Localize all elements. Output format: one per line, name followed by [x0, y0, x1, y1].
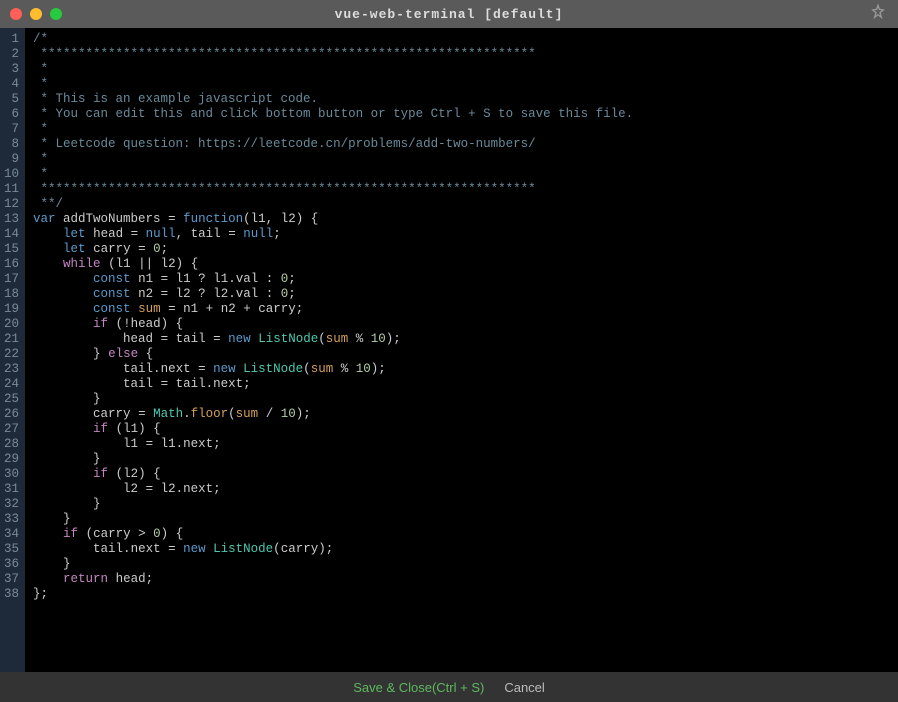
- code-line[interactable]: *: [33, 152, 890, 167]
- code-line[interactable]: }: [33, 497, 890, 512]
- traffic-lights: [10, 8, 62, 20]
- code-line[interactable]: /*: [33, 32, 890, 47]
- maximize-button[interactable]: [50, 8, 62, 20]
- line-number: 10: [4, 167, 19, 182]
- minimize-button[interactable]: [30, 8, 42, 20]
- line-number: 11: [4, 182, 19, 197]
- code-line[interactable]: tail = tail.next;: [33, 377, 890, 392]
- line-number: 22: [4, 347, 19, 362]
- code-line[interactable]: }: [33, 392, 890, 407]
- footer-bar: Save & Close(Ctrl + S) Cancel: [0, 672, 898, 702]
- code-line[interactable]: * Leetcode question: https://leetcode.cn…: [33, 137, 890, 152]
- line-number: 19: [4, 302, 19, 317]
- code-line[interactable]: }: [33, 512, 890, 527]
- line-number: 30: [4, 467, 19, 482]
- line-number: 34: [4, 527, 19, 542]
- line-number: 25: [4, 392, 19, 407]
- cancel-button[interactable]: Cancel: [504, 680, 544, 695]
- line-number: 20: [4, 317, 19, 332]
- line-number: 14: [4, 227, 19, 242]
- code-line[interactable]: if (!head) {: [33, 317, 890, 332]
- pin-icon[interactable]: [870, 4, 886, 25]
- code-line[interactable]: *: [33, 122, 890, 137]
- line-number: 2: [4, 47, 19, 62]
- code-line[interactable]: *: [33, 62, 890, 77]
- code-area[interactable]: /* *************************************…: [25, 28, 898, 672]
- code-line[interactable]: l1 = l1.next;: [33, 437, 890, 452]
- code-line[interactable]: **/: [33, 197, 890, 212]
- line-number: 6: [4, 107, 19, 122]
- code-editor[interactable]: 1234567891011121314151617181920212223242…: [0, 28, 898, 672]
- line-number: 7: [4, 122, 19, 137]
- line-number: 15: [4, 242, 19, 257]
- line-gutter: 1234567891011121314151617181920212223242…: [0, 28, 25, 672]
- line-number: 8: [4, 137, 19, 152]
- line-number: 27: [4, 422, 19, 437]
- code-line[interactable]: };: [33, 587, 890, 602]
- save-close-button[interactable]: Save & Close(Ctrl + S): [353, 680, 484, 695]
- code-line[interactable]: const sum = n1 + n2 + carry;: [33, 302, 890, 317]
- code-line[interactable]: while (l1 || l2) {: [33, 257, 890, 272]
- code-line[interactable]: l2 = l2.next;: [33, 482, 890, 497]
- line-number: 26: [4, 407, 19, 422]
- code-line[interactable]: if (l1) {: [33, 422, 890, 437]
- code-line[interactable]: *: [33, 167, 890, 182]
- code-line[interactable]: ****************************************…: [33, 47, 890, 62]
- code-line[interactable]: *: [33, 77, 890, 92]
- line-number: 12: [4, 197, 19, 212]
- code-line[interactable]: const n2 = l2 ? l2.val : 0;: [33, 287, 890, 302]
- line-number: 9: [4, 152, 19, 167]
- code-line[interactable]: }: [33, 452, 890, 467]
- titlebar[interactable]: vue-web-terminal [default]: [0, 0, 898, 28]
- line-number: 31: [4, 482, 19, 497]
- line-number: 24: [4, 377, 19, 392]
- code-line[interactable]: } else {: [33, 347, 890, 362]
- code-line[interactable]: if (l2) {: [33, 467, 890, 482]
- code-line[interactable]: const n1 = l1 ? l1.val : 0;: [33, 272, 890, 287]
- code-line[interactable]: tail.next = new ListNode(sum % 10);: [33, 362, 890, 377]
- line-number: 29: [4, 452, 19, 467]
- line-number: 3: [4, 62, 19, 77]
- line-number: 35: [4, 542, 19, 557]
- line-number: 37: [4, 572, 19, 587]
- code-line[interactable]: if (carry > 0) {: [33, 527, 890, 542]
- line-number: 1: [4, 32, 19, 47]
- terminal-window: vue-web-terminal [default] 1234567891011…: [0, 0, 898, 702]
- line-number: 16: [4, 257, 19, 272]
- line-number: 32: [4, 497, 19, 512]
- code-line[interactable]: }: [33, 557, 890, 572]
- line-number: 21: [4, 332, 19, 347]
- window-title: vue-web-terminal [default]: [335, 7, 564, 22]
- line-number: 4: [4, 77, 19, 92]
- code-line[interactable]: carry = Math.floor(sum / 10);: [33, 407, 890, 422]
- line-number: 33: [4, 512, 19, 527]
- line-number: 38: [4, 587, 19, 602]
- code-line[interactable]: let head = null, tail = null;: [33, 227, 890, 242]
- line-number: 5: [4, 92, 19, 107]
- code-line[interactable]: return head;: [33, 572, 890, 587]
- code-line[interactable]: * You can edit this and click bottom but…: [33, 107, 890, 122]
- code-line[interactable]: * This is an example javascript code.: [33, 92, 890, 107]
- code-line[interactable]: ****************************************…: [33, 182, 890, 197]
- line-number: 23: [4, 362, 19, 377]
- line-number: 18: [4, 287, 19, 302]
- code-line[interactable]: head = tail = new ListNode(sum % 10);: [33, 332, 890, 347]
- line-number: 36: [4, 557, 19, 572]
- close-button[interactable]: [10, 8, 22, 20]
- code-line[interactable]: let carry = 0;: [33, 242, 890, 257]
- line-number: 13: [4, 212, 19, 227]
- code-line[interactable]: var addTwoNumbers = function(l1, l2) {: [33, 212, 890, 227]
- line-number: 28: [4, 437, 19, 452]
- line-number: 17: [4, 272, 19, 287]
- code-line[interactable]: tail.next = new ListNode(carry);: [33, 542, 890, 557]
